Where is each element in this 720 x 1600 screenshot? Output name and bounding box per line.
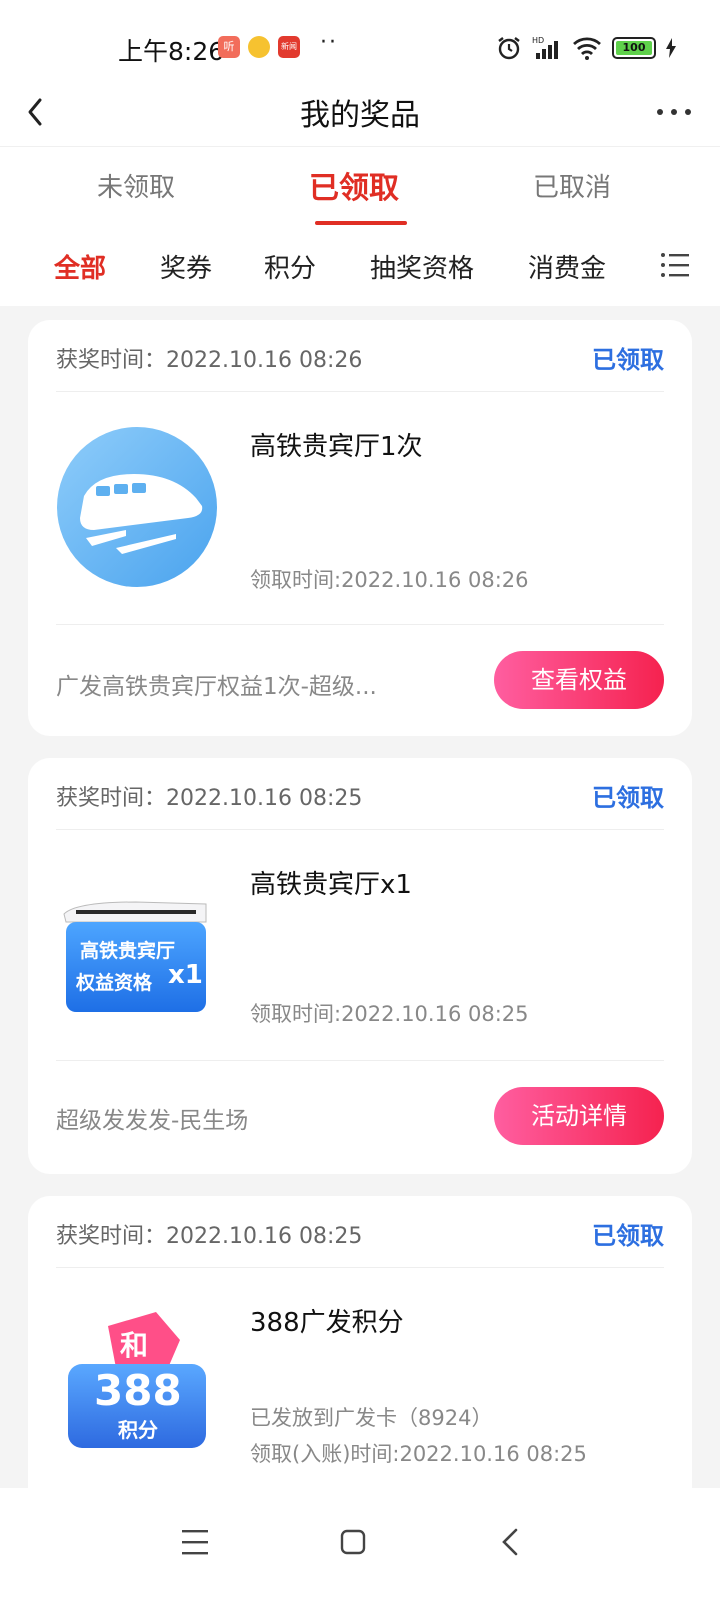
status-time: 上午8:26 xyxy=(118,37,225,66)
award-time: 获奖时间：2022.10.16 08:25 xyxy=(56,1224,363,1249)
prize-card[interactable]: 获奖时间：2022.10.16 08:25 已领取 和 388 积分 388广发… xyxy=(28,1196,692,1526)
card-header: 获奖时间：2022.10.16 08:25 已领取 xyxy=(56,758,664,830)
prize-title: 高铁贵宾厅1次 xyxy=(250,432,423,462)
more-options-button[interactable] xyxy=(652,92,696,132)
prize-description: 超级发发发-民生场 xyxy=(56,1108,249,1134)
category-filters: 全部 奖券 积分 抽奖资格 消费金 xyxy=(0,228,720,306)
claim-time: 领取时间:2022.10.16 08:25 xyxy=(250,1002,529,1026)
points-unit: 积分 xyxy=(118,1418,158,1442)
status-tabs: 未领取 已领取 已取消 xyxy=(0,146,720,228)
lounge-voucher-image: 高铁贵宾厅 权益资格 x1 xyxy=(56,864,218,1026)
wifi-icon xyxy=(573,37,601,60)
alarm-icon xyxy=(498,37,520,60)
view-benefit-button[interactable]: 查看权益 xyxy=(494,651,664,709)
more-notifications-icon: ·· xyxy=(320,30,338,55)
app-header: 我的奖品 xyxy=(0,78,720,146)
claim-time: 领取(入账)时间:2022.10.16 08:25 xyxy=(250,1442,587,1466)
card-footer: 超级发发发-民生场 活动详情 xyxy=(56,1060,664,1174)
page-title: 我的奖品 xyxy=(300,98,420,133)
filter-consumption-credit[interactable]: 消费金 xyxy=(528,248,606,285)
filter-menu-icon[interactable] xyxy=(660,250,690,280)
menu-nav-icon[interactable] xyxy=(170,1514,220,1570)
active-tab-indicator xyxy=(315,221,407,225)
issued-to-card: 已发放到广发卡（8924） xyxy=(250,1406,493,1430)
battery-level: 100 xyxy=(616,41,652,55)
points-image: 和 388 积分 xyxy=(56,1296,218,1458)
award-time: 获奖时间：2022.10.16 08:26 xyxy=(56,348,363,373)
battery-icon: 100 xyxy=(612,37,656,59)
tab-claimed[interactable]: 已领取 xyxy=(244,163,464,207)
train-icon xyxy=(57,427,217,587)
svg-text:HD: HD xyxy=(532,36,544,45)
prize-card[interactable]: 获奖时间：2022.10.16 08:26 已领取 高铁贵宾厅1次 领取时间:2… xyxy=(28,320,692,736)
prize-description: 广发高铁贵宾厅权益1次-超级... xyxy=(56,674,377,700)
notification-news-icon: 新闻 xyxy=(278,36,300,58)
home-nav-icon[interactable] xyxy=(328,1514,378,1570)
voucher-line-1: 高铁贵宾厅 xyxy=(80,940,176,962)
voucher-count: x1 xyxy=(168,960,203,990)
notification-listen-icon: 听 xyxy=(218,36,240,58)
card-header: 获奖时间：2022.10.16 08:26 已领取 xyxy=(56,320,664,392)
tab-unclaimed[interactable]: 未领取 xyxy=(26,167,246,204)
filter-all[interactable]: 全部 xyxy=(54,248,106,285)
filter-vouchers[interactable]: 奖券 xyxy=(160,248,212,285)
prize-card[interactable]: 获奖时间：2022.10.16 08:25 已领取 高铁贵宾厅 权益资格 x1 … xyxy=(28,758,692,1174)
claim-time: 领取时间:2022.10.16 08:26 xyxy=(250,568,529,592)
signal-icon: HD xyxy=(532,36,558,59)
tab-cancelled[interactable]: 已取消 xyxy=(462,167,682,204)
points-number: 388 xyxy=(94,1366,182,1415)
back-nav-icon[interactable] xyxy=(486,1514,536,1570)
filter-lottery[interactable]: 抽奖资格 xyxy=(370,248,474,285)
voucher-line-2: 权益资格 xyxy=(76,972,153,994)
prize-title: 388广发积分 xyxy=(250,1308,404,1338)
filter-points[interactable]: 积分 xyxy=(264,248,316,285)
notification-chat-icon xyxy=(248,36,270,58)
status-badge: 已领取 xyxy=(592,346,664,374)
points-tag: 和 xyxy=(120,1329,149,1362)
system-nav-bar xyxy=(0,1488,720,1600)
system-icons: HD 100 xyxy=(496,34,676,62)
activity-details-button[interactable]: 活动详情 xyxy=(494,1087,664,1145)
charging-icon xyxy=(666,38,676,58)
status-badge: 已领取 xyxy=(592,1222,664,1250)
award-time: 获奖时间：2022.10.16 08:25 xyxy=(56,786,363,811)
prize-title: 高铁贵宾厅x1 xyxy=(250,870,412,900)
card-header: 获奖时间：2022.10.16 08:25 已领取 xyxy=(56,1196,664,1268)
card-footer: 广发高铁贵宾厅权益1次-超级... 查看权益 xyxy=(56,624,664,736)
status-badge: 已领取 xyxy=(592,784,664,812)
